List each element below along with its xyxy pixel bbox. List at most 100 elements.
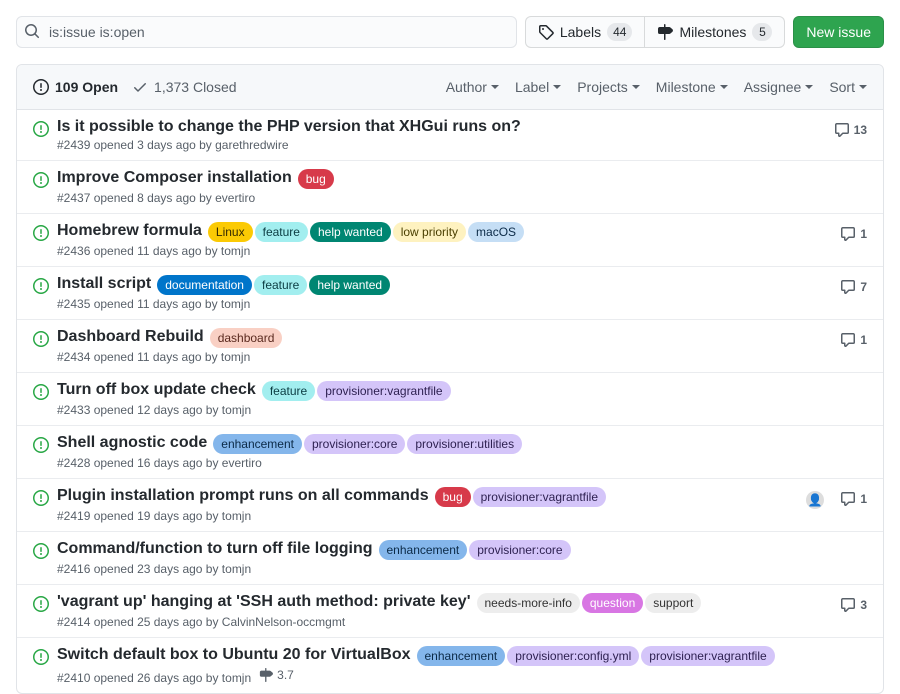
label[interactable]: bug	[298, 169, 334, 189]
issue-labels: bugprovisioner:vagrantfile	[435, 487, 606, 507]
issue-open-icon	[33, 487, 57, 523]
issue-title-link[interactable]: Homebrew formula	[57, 222, 202, 240]
label[interactable]: help wanted	[309, 275, 390, 295]
issue-open-icon	[33, 540, 57, 576]
label[interactable]: provisioner:utilities	[407, 434, 522, 454]
issues-header-row: Labels 44 Milestones 5 New issue	[16, 0, 884, 64]
filter-milestone[interactable]: Milestone	[656, 79, 728, 95]
issue-title-link[interactable]: Plugin installation prompt runs on all c…	[57, 487, 429, 505]
label[interactable]: feature	[262, 381, 315, 401]
label[interactable]: provisioner:config.yml	[507, 646, 639, 666]
comments-link[interactable]: 13	[834, 122, 867, 138]
closed-issues-tab[interactable]: 1,373 Closed	[132, 79, 237, 95]
issue-right: 1	[840, 328, 867, 364]
issue-labels: Linuxfeaturehelp wantedlow prioritymacOS	[208, 222, 524, 242]
issue-row: Turn off box update check featureprovisio…	[17, 372, 883, 425]
label[interactable]: enhancement	[379, 540, 468, 560]
issue-open-icon	[33, 118, 57, 152]
new-issue-button[interactable]: New issue	[793, 16, 884, 48]
assignee-avatar[interactable]: 👤	[806, 491, 824, 509]
labels-text: Labels	[560, 22, 601, 42]
issue-labels: bug	[298, 169, 334, 189]
issue-title-link[interactable]: Is it possible to change the PHP version…	[57, 118, 521, 136]
issue-title-link[interactable]: Shell agnostic code	[57, 434, 207, 452]
caret-down-icon	[720, 85, 728, 89]
issue-title-link[interactable]: Turn off box update check	[57, 381, 256, 399]
search-input[interactable]	[16, 16, 517, 48]
issue-open-icon	[33, 169, 57, 205]
label[interactable]: dashboard	[210, 328, 283, 348]
issue-body: Command/function to turn off file loggin…	[57, 540, 867, 576]
issue-meta: #2436 opened 11 days ago by tomjn	[57, 244, 840, 258]
issue-open-icon	[33, 222, 57, 258]
issue-open-icon	[33, 328, 57, 364]
issue-open-icon	[33, 381, 57, 417]
open-count-text: 109 Open	[55, 79, 118, 95]
issue-title-link[interactable]: Improve Composer installation	[57, 169, 292, 187]
issue-body: Homebrew formula Linuxfeaturehelp wantedl…	[57, 222, 840, 258]
label[interactable]: documentation	[157, 275, 252, 295]
issue-right: 1	[840, 222, 867, 258]
issue-body: Turn off box update check featureprovisio…	[57, 381, 867, 417]
issue-title-link[interactable]: Install script	[57, 275, 151, 293]
issue-right: 👤1	[806, 487, 867, 523]
issue-title-link[interactable]: Switch default box to Ubuntu 20 for Virt…	[57, 646, 411, 664]
label[interactable]: provisioner:core	[469, 540, 570, 560]
label[interactable]: question	[582, 593, 643, 613]
label[interactable]: support	[645, 593, 701, 613]
label[interactable]: low priority	[393, 222, 466, 242]
issue-row: Dashboard Rebuilddashboard#2434 opened 1…	[17, 319, 883, 372]
comments-link[interactable]: 1	[840, 332, 867, 348]
issue-meta: #2437 opened 8 days ago by evertiro	[57, 191, 867, 205]
filter-projects[interactable]: Projects	[577, 79, 640, 95]
milestones-button[interactable]: Milestones 5	[644, 16, 785, 48]
filter-assignee[interactable]: Assignee	[744, 79, 814, 95]
issue-row: Improve Composer installation bug #2437 op…	[17, 160, 883, 213]
label[interactable]: provisioner:vagrantfile	[317, 381, 450, 401]
label[interactable]: feature	[255, 222, 308, 242]
label[interactable]: provisioner:vagrantfile	[473, 487, 606, 507]
label[interactable]: needs-more-info	[477, 593, 580, 613]
issue-title-link[interactable]: Dashboard Rebuild	[57, 328, 204, 346]
state-toggle: 109 Open 1,373 Closed	[33, 79, 237, 95]
issue-milestone[interactable]: 3.7	[259, 668, 294, 682]
comments-link[interactable]: 3	[840, 597, 867, 613]
issue-title-link[interactable]: 'vagrant up' hanging at 'SSH auth method…	[57, 593, 471, 611]
filter-sort[interactable]: Sort	[829, 79, 867, 95]
label[interactable]: feature	[254, 275, 307, 295]
caret-down-icon	[553, 85, 561, 89]
closed-count-text: 1,373 Closed	[154, 79, 237, 95]
issue-open-icon	[33, 275, 57, 311]
issue-row: 'vagrant up' hanging at 'SSH auth method…	[17, 584, 883, 637]
labels-button[interactable]: Labels 44	[525, 16, 646, 48]
milestone-icon	[657, 24, 673, 40]
open-issues-tab[interactable]: 109 Open	[33, 79, 118, 95]
comments-link[interactable]: 7	[840, 279, 867, 295]
issue-body: 'vagrant up' hanging at 'SSH auth method…	[57, 593, 840, 629]
issue-right: 3	[840, 593, 867, 629]
label[interactable]: bug	[435, 487, 471, 507]
issue-labels: enhancementprovisioner:config.ymlprovisi…	[417, 646, 775, 666]
issue-title-link[interactable]: Command/function to turn off file loggin…	[57, 540, 373, 558]
issue-meta: #2435 opened 11 days ago by tomjn	[57, 297, 840, 311]
label[interactable]: provisioner:vagrantfile	[641, 646, 774, 666]
label[interactable]: macOS	[468, 222, 524, 242]
issue-body: Plugin installation prompt runs on all c…	[57, 487, 806, 523]
comments-link[interactable]: 1	[840, 226, 867, 242]
issue-row: Shell agnostic codeenhancementprovisione…	[17, 425, 883, 478]
label[interactable]: Linux	[208, 222, 253, 242]
filter-label[interactable]: Label	[515, 79, 561, 95]
issue-body: Switch default box to Ubuntu 20 for Virt…	[57, 646, 867, 685]
issue-meta: #2410 opened 26 days ago by tomjn3.7	[57, 668, 867, 685]
label[interactable]: provisioner:core	[304, 434, 405, 454]
filter-bar: Author Label Projects Milestone Assignee Sort	[446, 79, 867, 95]
issue-meta: #2433 opened 12 days ago by tomjn	[57, 403, 867, 417]
label[interactable]: help wanted	[310, 222, 391, 242]
comments-link[interactable]: 1	[840, 491, 867, 507]
issue-body: Dashboard Rebuilddashboard#2434 opened 1…	[57, 328, 840, 364]
issue-labels: documentationfeaturehelp wanted	[157, 275, 390, 295]
label[interactable]: enhancement	[213, 434, 302, 454]
issue-meta: #2414 opened 25 days ago by CalvinNelson…	[57, 615, 840, 629]
filter-author[interactable]: Author	[446, 79, 499, 95]
label[interactable]: enhancement	[417, 646, 506, 666]
